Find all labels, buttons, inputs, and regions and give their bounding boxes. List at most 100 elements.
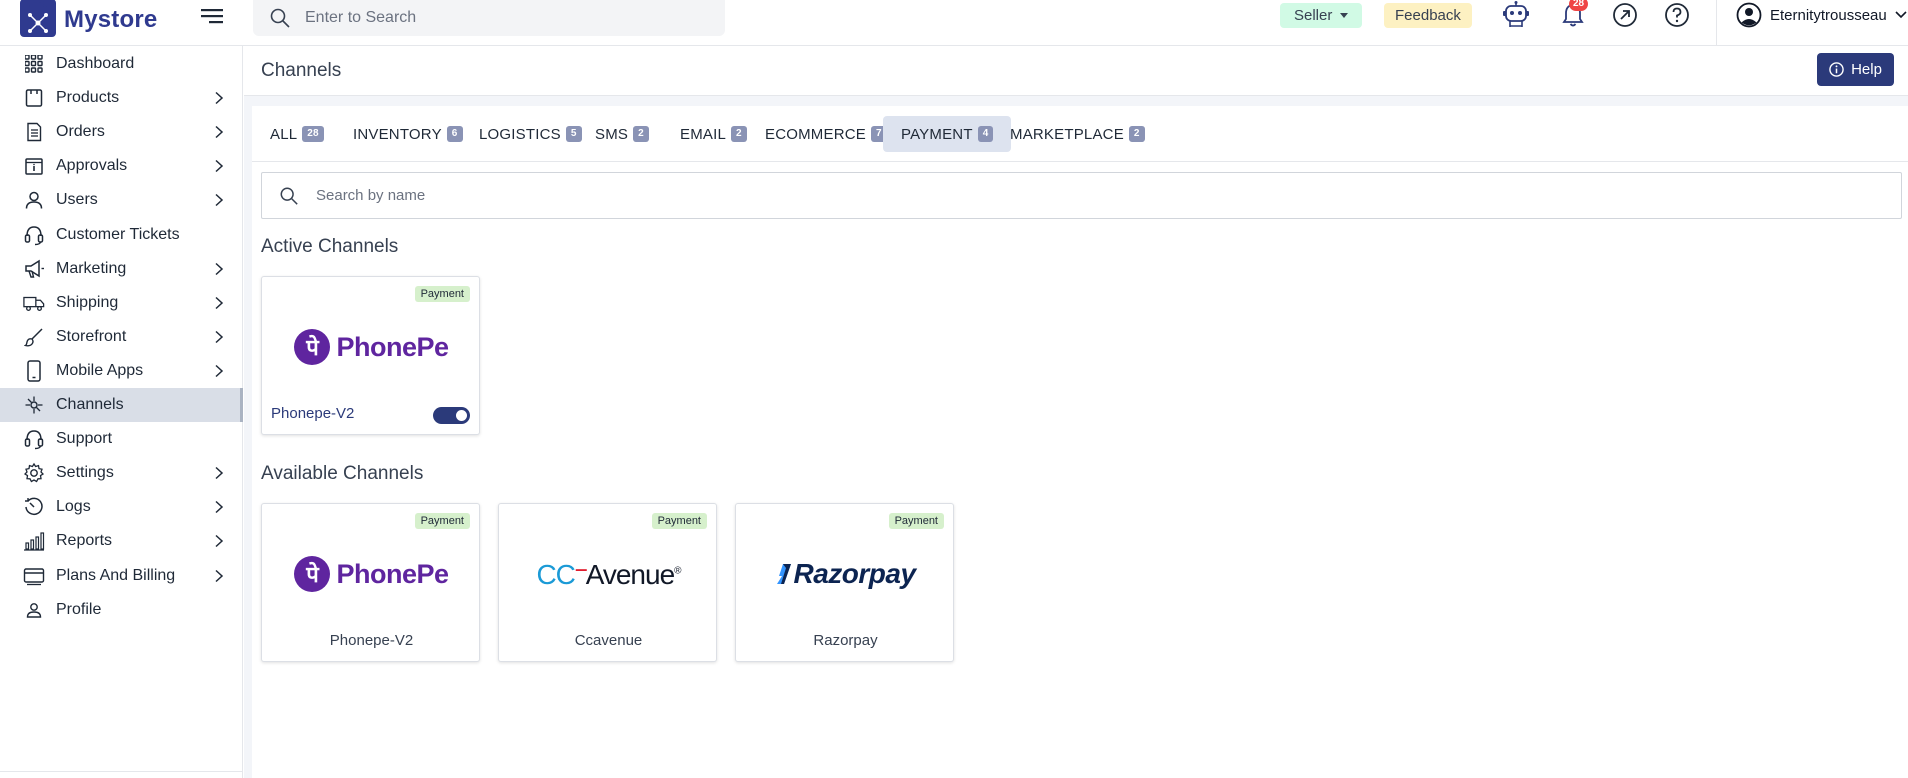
sidebar-item-users[interactable]: Users [0, 183, 243, 217]
chevron-right-icon [213, 466, 225, 480]
grid-icon [23, 53, 45, 75]
sidebar-item-products[interactable]: Products [0, 81, 243, 115]
sidebar-item-shipping[interactable]: Shipping [0, 286, 243, 320]
user-menu[interactable]: Eternitytrousseau [1736, 0, 1907, 30]
sidebar-item-settings[interactable]: Settings [0, 456, 243, 490]
sidebar-item-label: Users [56, 191, 98, 209]
gear-icon [23, 462, 45, 484]
megaphone-icon [23, 258, 45, 280]
sidebar-item-mobile-apps[interactable]: Mobile Apps [0, 354, 243, 388]
sidebar-item-dashboard[interactable]: Dashboard [0, 47, 243, 81]
chevron-right-icon [213, 125, 225, 139]
sidebar-item-label: Channels [56, 396, 124, 413]
role-label: Seller [1294, 7, 1333, 24]
ccavenue-avenue: Avenue [585, 558, 675, 590]
notification-count-badge: 28 [1569, 0, 1589, 11]
tab-marketplace[interactable]: MARKETPLACE 2 [992, 116, 1163, 152]
sidebar-item-plans-and-billing[interactable]: Plans And Billing [0, 559, 243, 593]
category-badge: Payment [888, 513, 944, 529]
chevron-right-icon [213, 364, 225, 378]
sidebar-item-orders[interactable]: Orders [0, 115, 243, 149]
channel-enabled-toggle[interactable] [433, 407, 470, 424]
tab-count-badge: 2 [731, 126, 747, 142]
page-header: Channels Help [244, 46, 1908, 96]
chevron-right-icon [213, 159, 225, 173]
chevron-right-icon [213, 193, 225, 207]
robot-assistant-icon[interactable] [1500, 0, 1532, 30]
active-channels-heading: Active Channels [261, 236, 399, 257]
sidebar-item-customer-tickets[interactable]: Customer Tickets [0, 218, 243, 252]
channels-panel: ALL 28 INVENTORY 6 LOGISTICS 5 SMS 2 EMAIL 2 ECOMM… [252, 106, 1908, 778]
chevron-right-icon [213, 296, 225, 310]
active-channel-card-phonepe[interactable]: Payment पे PhonePe Phonepe-V2 [261, 276, 480, 435]
global-search [253, 0, 725, 36]
user-icon [23, 189, 45, 211]
sidebar-item-label: Logs [56, 498, 91, 516]
category-badge: Payment [414, 513, 470, 529]
headset-icon [23, 428, 45, 450]
sidebar-item-channels[interactable]: Channels [0, 388, 243, 422]
sidebar-item-storefront[interactable]: Storefront [0, 320, 243, 354]
hamburger-menu-icon[interactable] [201, 6, 223, 26]
tab-label: SMS [595, 125, 629, 143]
search-icon [280, 187, 298, 205]
sidebar-item-logs[interactable]: Logs [0, 490, 243, 524]
phonepe-mark-icon: पे [294, 556, 331, 592]
available-channel-card-razorpay[interactable]: Payment Razorpay Razorpay [735, 503, 954, 662]
caret-down-icon [1340, 13, 1349, 18]
category-badge: Payment [651, 513, 707, 529]
user-name: Eternitytrousseau [1770, 6, 1887, 24]
tab-inventory[interactable]: INVENTORY 6 [335, 116, 481, 152]
sidebar-item-marketing[interactable]: Marketing [0, 252, 243, 286]
clock-icon [23, 496, 45, 518]
razorpay-wordmark: Razorpay [793, 558, 916, 589]
channel-search-input[interactable] [316, 187, 1816, 204]
role-switcher-button[interactable]: Seller [1280, 3, 1363, 28]
external-link-circle-icon[interactable] [1612, 0, 1638, 30]
phonepe-wordmark: PhonePe [336, 331, 449, 362]
sidebar-item-profile[interactable]: Profile [0, 593, 243, 627]
available-channel-card-ccavenue[interactable]: Payment CC⁻Avenue® Ccavenue [498, 503, 717, 662]
tab-label: PAYMENT [901, 125, 973, 143]
billing-card-icon [23, 565, 45, 587]
global-search-input[interactable] [305, 9, 685, 27]
product-box-icon [23, 87, 45, 109]
sidebar-item-label: Storefront [56, 327, 127, 345]
app-logo[interactable]: Mystore [20, 0, 157, 40]
feedback-label: Feedback [1395, 7, 1461, 24]
registered-mark: ® [674, 565, 681, 577]
mobile-icon [23, 360, 45, 382]
sidebar-item-label: Plans And Billing [56, 566, 176, 584]
channel-name: Razorpay [813, 632, 878, 649]
tab-sms[interactable]: SMS 2 [577, 116, 667, 152]
feedback-button[interactable]: Feedback [1384, 3, 1472, 28]
sidebar-item-label: Dashboard [56, 55, 135, 72]
sidebar-item-approvals[interactable]: Approvals [0, 149, 243, 183]
user-area-divider [1716, 0, 1717, 46]
chevron-right-icon [213, 569, 225, 583]
channel-name: Ccavenue [574, 632, 643, 649]
tab-label: LOGISTICS [479, 125, 561, 143]
phonepe-logo: पे PhonePe [262, 544, 481, 604]
approvals-icon [23, 155, 45, 177]
sidebar-item-reports[interactable]: Reports [0, 524, 243, 558]
help-button[interactable]: Help [1817, 53, 1894, 86]
phonepe-mark-icon: पे [294, 329, 331, 365]
sidebar-item-label: Products [56, 89, 120, 107]
top-bar: Mystore Seller Feedback [0, 0, 1908, 46]
help-circle-icon[interactable] [1664, 0, 1690, 30]
sidebar-item-label: Mobile Apps [56, 361, 144, 379]
tab-ecommerce[interactable]: ECOMMERCE 7 [747, 116, 905, 152]
channels-hub-icon [23, 394, 45, 416]
page-title: Channels [261, 60, 342, 81]
chevron-right-icon [213, 330, 225, 344]
tab-all[interactable]: ALL 28 [252, 116, 342, 152]
available-channel-card-phonepe[interactable]: Payment पे PhonePe Phonepe-V2 [261, 503, 480, 662]
sidebar-item-label: Customer Tickets [56, 225, 180, 243]
available-channels-heading: Available Channels [261, 463, 424, 484]
channel-name: Phonepe-V2 [271, 405, 355, 422]
sidebar-item-support[interactable]: Support [0, 422, 243, 456]
razorpay-logo: Razorpay [736, 544, 955, 604]
chevron-down-icon [1895, 11, 1907, 19]
chevron-right-icon [213, 534, 225, 548]
